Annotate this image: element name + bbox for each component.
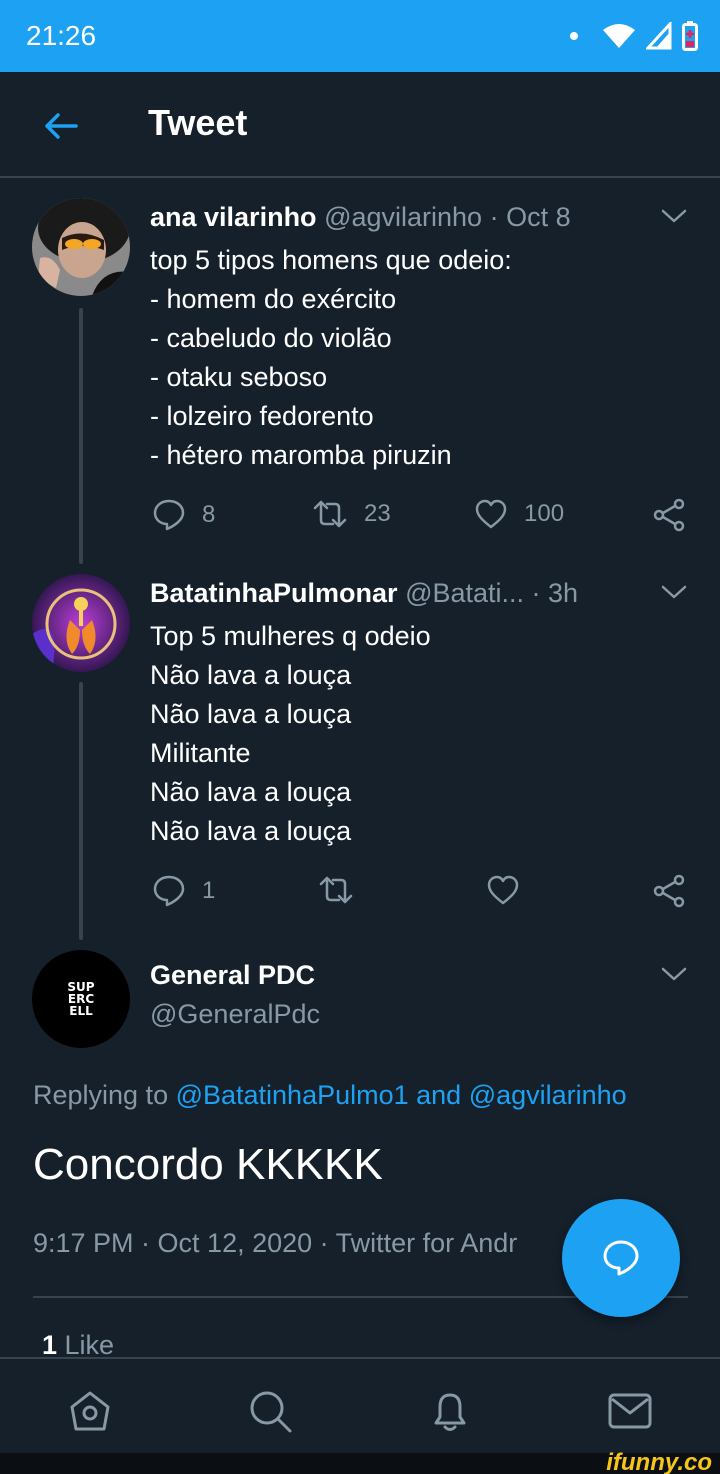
status-icons <box>570 18 698 54</box>
tweet-line: - hétero maromba piruzin <box>150 440 452 470</box>
author-name[interactable]: General PDC <box>150 960 315 991</box>
avatar-batatinhapulmonar[interactable] <box>32 574 130 672</box>
retweet-button[interactable] <box>318 874 370 906</box>
avatar-ana-vilarinho[interactable] <box>32 198 130 296</box>
reply-count: 8 <box>202 501 216 528</box>
mention-link[interactable]: @BatatinhaPulmo1 <box>176 1080 409 1110</box>
tweet-line: - cabeludo do violão <box>150 323 392 353</box>
tweet-timestamp: 9:17 PM · Oct 12, 2020 · Twitter for And… <box>33 1228 518 1258</box>
reply-button[interactable]: 1 <box>152 874 215 908</box>
supercell-logo: SUP ERC ELL <box>67 980 94 1018</box>
reply-button[interactable]: 8 <box>152 498 215 532</box>
tweet-line: Não lava a louça <box>150 777 352 807</box>
tweet-header: BatatinhaPulmonar @Batati... · 3h <box>150 578 578 609</box>
reply-icon <box>153 499 185 531</box>
header: Tweet <box>0 72 720 178</box>
reply-icon <box>153 875 185 907</box>
search-icon[interactable] <box>246 1387 294 1435</box>
author-meta: @agvilarinho · Oct 8 <box>324 202 571 232</box>
author-name[interactable]: ana vilarinho <box>150 202 317 232</box>
author-name[interactable]: BatatinhaPulmonar <box>150 578 398 608</box>
tweet-text: top 5 tipos homens que odeio: - homem do… <box>150 241 512 475</box>
chevron-down-icon[interactable] <box>660 964 688 984</box>
replying-and: and <box>408 1080 469 1110</box>
mention-link[interactable]: @agvilarinho <box>469 1080 627 1110</box>
tweet-line: top 5 tipos homens que odeio: <box>150 245 512 275</box>
battery-icon <box>682 21 698 51</box>
page-title: Tweet <box>148 102 248 143</box>
main-tweet-text: Concordo KKKKK <box>33 1140 383 1189</box>
notification-dot-icon <box>570 32 578 40</box>
tweet-line: Não lava a louça <box>150 660 352 690</box>
retweet-icon <box>319 876 353 904</box>
retweet-button[interactable]: 23 <box>312 498 391 530</box>
like-count: 100 <box>524 500 565 527</box>
tweet-line: Não lava a louça <box>150 816 352 846</box>
status-time: 21:26 <box>26 20 97 51</box>
heart-icon <box>475 499 507 529</box>
wifi-icon <box>603 24 635 48</box>
tweet-line: - otaku seboso <box>150 362 328 392</box>
cell-signal-icon <box>646 22 672 50</box>
reply-fab-button[interactable] <box>562 1199 680 1317</box>
messages-envelope-icon[interactable] <box>606 1387 654 1435</box>
svg-text:ELL: ELL <box>69 1004 93 1018</box>
tweet-line: - lolzeiro fedorento <box>150 401 374 431</box>
tweet-line: Top 5 mulheres q odeio <box>150 621 431 651</box>
author-meta: @Batati... · 3h <box>405 578 579 608</box>
like-button[interactable] <box>486 874 536 906</box>
watermark-bar: ifunny.co <box>0 1449 720 1474</box>
tweet-line: Militante <box>150 738 251 768</box>
tweet-line: - homem do exército <box>150 284 397 314</box>
tweet-line: Não lava a louça <box>150 699 352 729</box>
share-icon[interactable] <box>652 498 686 532</box>
avatar-general-pdc[interactable]: SUP ERC ELL <box>32 950 130 1048</box>
notifications-bell-icon[interactable] <box>426 1387 474 1435</box>
chevron-down-icon[interactable] <box>660 582 688 602</box>
tweet-text: Top 5 mulheres q odeio Não lava a louça … <box>150 617 431 851</box>
replying-to: Replying to @BatatinhaPulmo1 and @agvila… <box>33 1080 627 1111</box>
back-arrow-icon[interactable] <box>40 106 80 146</box>
retweet-count: 23 <box>364 500 391 527</box>
retweet-icon <box>313 500 347 528</box>
author-handle: @GeneralPdc <box>150 999 320 1029</box>
chevron-down-icon[interactable] <box>660 206 688 226</box>
tweet-header: ana vilarinho @agvilarinho · Oct 8 <box>150 202 571 233</box>
heart-icon <box>487 875 519 905</box>
share-icon[interactable] <box>652 874 686 908</box>
reply-icon <box>603 1240 639 1276</box>
likes-count: 1 <box>42 1330 58 1360</box>
home-icon[interactable] <box>66 1387 114 1435</box>
like-button[interactable]: 100 <box>474 498 564 530</box>
replying-prefix: Replying to <box>33 1080 176 1110</box>
bottom-nav <box>0 1357 720 1453</box>
ifunny-watermark: ifunny.co <box>606 1449 712 1474</box>
thread-line <box>79 308 83 564</box>
status-bar: 21:26 <box>0 0 720 72</box>
thread-line <box>79 682 83 940</box>
reply-count: 1 <box>202 877 216 904</box>
likes-label: Like <box>57 1330 115 1360</box>
